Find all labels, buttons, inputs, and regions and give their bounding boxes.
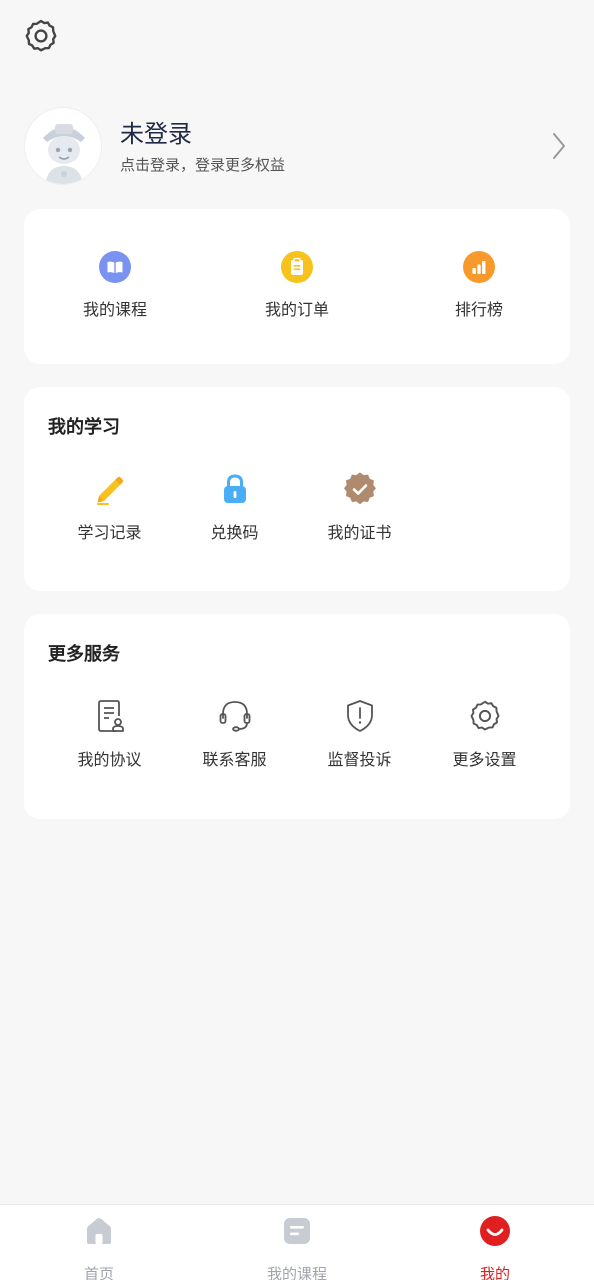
settings-gear-icon[interactable] [22,17,60,55]
more-settings-button[interactable]: 更多设置 [422,698,547,770]
my-agreement-button[interactable]: 我的协议 [47,698,172,770]
profile-text: 未登录 点击登录，登录更多权益 [120,118,548,175]
more-settings-label: 更多设置 [452,750,517,769]
tab-home-label: 首页 [83,1265,114,1280]
bar-chart-icon [463,251,495,283]
complaint-button[interactable]: 监督投诉 [297,698,422,770]
tab-my-courses-label: 我的课程 [266,1265,327,1280]
my-orders-label: 我的订单 [264,300,329,319]
my-courses-label: 我的课程 [82,300,147,319]
redeem-code-button[interactable]: 兑换码 [172,471,297,543]
leaderboard-label: 排行榜 [454,300,503,319]
study-record-button[interactable]: 学习记录 [47,471,172,543]
home-icon [83,1215,115,1247]
my-agreement-label: 我的协议 [77,750,142,769]
more-services-card: 更多服务 我的协议 联系客服 监督投诉 更多设置 [24,614,570,819]
document-icon [92,698,128,734]
gear-icon [467,698,503,734]
tab-my-courses[interactable]: 我的课程 [198,1205,396,1280]
login-hint: 点击登录，登录更多权益 [120,155,286,174]
my-orders-button[interactable]: 我的订单 [206,251,388,320]
study-record-label: 学习记录 [77,523,142,542]
tab-mine[interactable]: 我的 [396,1205,594,1280]
chevron-right-icon [548,129,570,163]
leaderboard-button[interactable]: 排行榜 [388,251,570,320]
login-profile-row[interactable]: 未登录 点击登录，登录更多权益 [24,106,570,186]
contact-support-button[interactable]: 联系客服 [172,698,297,770]
clipboard-icon [281,251,313,283]
shield-alert-icon [342,698,378,734]
more-services-title: 更多服务 [48,644,120,665]
my-certificates-label: 我的证书 [327,523,392,542]
contact-support-label: 联系客服 [202,750,267,769]
avatar [24,107,102,185]
my-study-title: 我的学习 [48,417,120,438]
quick-actions-card: 我的课程 我的订单 排行榜 [24,209,570,364]
lock-icon [217,471,253,507]
redeem-code-label: 兑换码 [210,523,259,542]
pencil-icon [92,471,128,507]
profile-page: 未登录 点击登录，登录更多权益 我的课程 我的订单 排行榜 我的学习 学习记录 … [0,0,594,1280]
my-courses-button[interactable]: 我的课程 [24,251,206,320]
tab-mine-label: 我的 [479,1265,510,1280]
login-status-title: 未登录 [120,119,192,148]
headset-icon [217,698,253,734]
tab-home[interactable]: 首页 [0,1205,198,1280]
my-study-card: 我的学习 学习记录 兑换码 我的证书 [24,387,570,591]
complaint-label: 监督投诉 [327,750,392,769]
book-icon [99,251,131,283]
bottom-tab-bar: 首页 我的课程 我的 [0,1204,594,1280]
course-icon [281,1215,313,1247]
my-certificates-button[interactable]: 我的证书 [297,471,422,543]
smile-icon [479,1215,511,1247]
badge-check-icon [342,471,378,507]
